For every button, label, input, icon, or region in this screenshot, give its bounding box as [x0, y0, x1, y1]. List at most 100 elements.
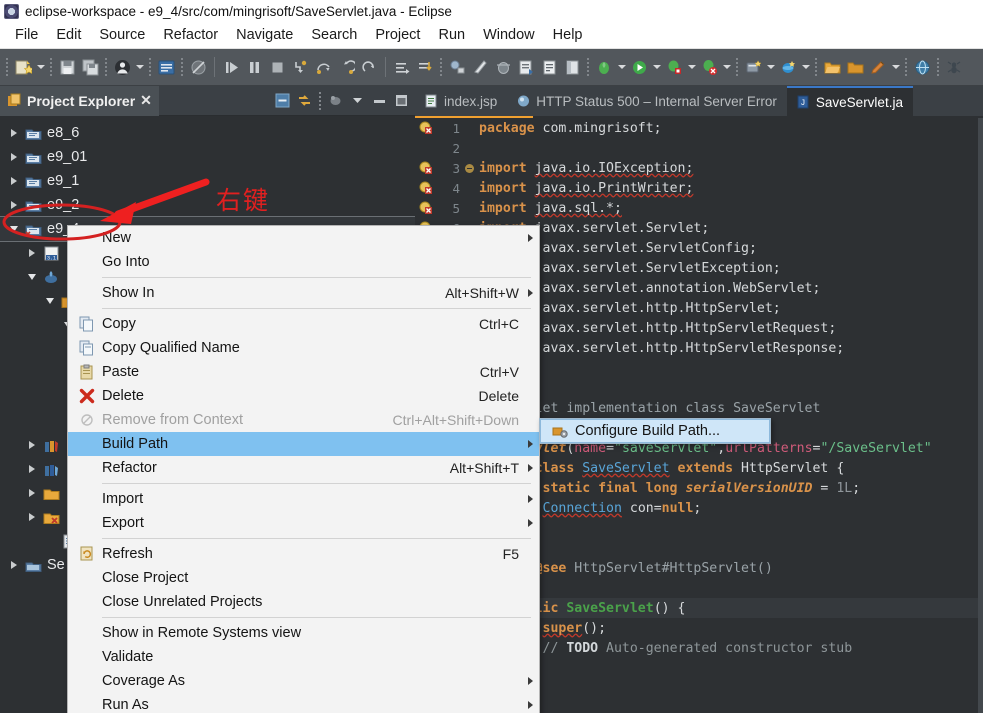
new-server-icon[interactable] [742, 55, 764, 79]
view-menu-icon[interactable] [347, 90, 368, 112]
menu-source[interactable]: Source [90, 25, 154, 45]
tree-item-e8_6[interactable]: e8_6 [0, 121, 415, 145]
editor-tab-http-status[interactable]: HTTP Status 500 – Internal Server Error [507, 86, 787, 116]
coverage-dropdown-icon[interactable] [721, 55, 732, 79]
resume-icon[interactable] [220, 55, 242, 79]
menu-item-paste[interactable]: Paste Ctrl+V [68, 360, 539, 384]
chevron-right-icon[interactable] [26, 439, 38, 451]
chevron-right-icon[interactable] [8, 127, 20, 139]
chevron-right-icon[interactable] [26, 247, 38, 259]
search-icon[interactable] [469, 55, 491, 79]
editor-scrollbar[interactable] [978, 118, 983, 713]
new-connection-dropdown-icon[interactable] [800, 55, 811, 79]
folder-alt-icon[interactable] [844, 55, 866, 79]
open-task-icon[interactable] [538, 55, 560, 79]
menu-edit[interactable]: Edit [47, 25, 90, 45]
minimize-icon[interactable] [369, 90, 390, 112]
run-icon[interactable] [628, 55, 650, 79]
user-dropdown-icon[interactable] [134, 55, 145, 79]
error-marker-icon[interactable] [415, 121, 437, 135]
edit-pencil-icon[interactable] [867, 55, 889, 79]
tree-item-e9_1[interactable]: e9_1 [0, 169, 415, 193]
menu-item-refactor[interactable]: Refactor Alt+Shift+T [68, 456, 539, 480]
terminate-icon[interactable] [266, 55, 288, 79]
menu-item-close-unrelated-projects[interactable]: Close Unrelated Projects [68, 590, 539, 614]
tree-item-e9_01[interactable]: e9_01 [0, 145, 415, 169]
debug-icon[interactable] [663, 55, 685, 79]
fold-toggle-icon[interactable] [463, 163, 475, 173]
error-marker-icon[interactable] [415, 161, 437, 175]
build-path-submenu[interactable]: Configure Build Path... [539, 418, 771, 444]
menu-item-validate[interactable]: Validate [68, 645, 539, 669]
new-server-dropdown-icon[interactable] [765, 55, 776, 79]
step-return-alt-icon[interactable] [358, 55, 380, 79]
user-icon[interactable] [111, 55, 133, 79]
open-type-icon[interactable] [446, 55, 468, 79]
menu-item-go-into[interactable]: Go Into [68, 250, 539, 274]
edit-dropdown-icon[interactable] [890, 55, 901, 79]
task-repository-icon[interactable] [155, 55, 177, 79]
next-annotation-icon[interactable] [391, 55, 413, 79]
menu-item-export[interactable]: Export [68, 511, 539, 535]
chevron-right-icon[interactable] [8, 559, 20, 571]
save-all-icon[interactable] [79, 55, 101, 79]
error-marker-icon[interactable] [415, 181, 437, 195]
menu-item-refresh[interactable]: Refresh F5 [68, 542, 539, 566]
editor-tab-index-jsp[interactable]: index.jsp [415, 86, 507, 116]
skip-breakpoints-icon[interactable] [187, 55, 209, 79]
menu-item-show-in-remote-systems-view[interactable]: Show in Remote Systems view [68, 621, 539, 645]
chevron-right-icon[interactable] [8, 175, 20, 187]
new-dropdown-icon[interactable] [35, 55, 46, 79]
menu-file[interactable]: File [6, 25, 47, 45]
run-ant-icon[interactable] [943, 55, 965, 79]
maximize-icon[interactable] [391, 90, 412, 112]
chevron-right-icon[interactable] [26, 487, 38, 499]
step-return-icon[interactable] [335, 55, 357, 79]
chevron-right-icon[interactable] [8, 199, 20, 211]
menu-item-import[interactable]: Import [68, 487, 539, 511]
debug-last-icon[interactable] [492, 55, 514, 79]
menu-project[interactable]: Project [366, 25, 429, 45]
chevron-right-icon[interactable] [26, 511, 38, 523]
project-context-menu[interactable]: New Go Into Show In Alt+Shift+W Copy Ctrl+C Co… [67, 225, 540, 713]
menu-item-show-in[interactable]: Show In Alt+Shift+W [68, 281, 539, 305]
menu-item-build-path[interactable]: Build Path [68, 432, 539, 456]
editor-tab-saveservlet[interactable]: J SaveServlet.ja [786, 86, 913, 116]
chevron-right-icon[interactable] [26, 463, 38, 475]
link-with-editor-icon[interactable] [294, 90, 315, 112]
web-browser-icon[interactable] [911, 55, 933, 79]
error-marker-icon[interactable] [415, 201, 437, 215]
menu-item-copy[interactable]: Copy Ctrl+C [68, 312, 539, 336]
save-icon[interactable] [56, 55, 78, 79]
chevron-down-icon[interactable] [44, 295, 56, 307]
new-wizard-icon[interactable] [12, 55, 34, 79]
external-tools-dropdown-icon[interactable] [616, 55, 627, 79]
menu-search[interactable]: Search [302, 25, 366, 45]
menu-item-copy-qualified-name[interactable]: Copy Qualified Name [68, 336, 539, 360]
chevron-down-icon[interactable] [8, 223, 20, 235]
previous-annotation-icon[interactable] [414, 55, 436, 79]
tab-project-explorer[interactable]: Project Explorer ✕ [0, 85, 159, 116]
new-connection-icon[interactable] [777, 55, 799, 79]
chevron-right-icon[interactable] [8, 151, 20, 163]
run-dropdown-icon[interactable] [651, 55, 662, 79]
menu-item-run-as[interactable]: Run As [68, 693, 539, 713]
menu-refactor[interactable]: Refactor [154, 25, 227, 45]
menu-item-coverage-as[interactable]: Coverage As [68, 669, 539, 693]
step-into-icon[interactable] [289, 55, 311, 79]
coverage-icon[interactable] [698, 55, 720, 79]
suspend-icon[interactable] [243, 55, 265, 79]
chevron-down-icon[interactable] [26, 271, 38, 283]
step-over-icon[interactable] [312, 55, 334, 79]
focus-on-active-task-icon[interactable] [325, 90, 346, 112]
run-external-tools-icon[interactable] [593, 55, 615, 79]
menu-window[interactable]: Window [474, 25, 544, 45]
toggle-mark-occurrences-icon[interactable] [561, 55, 583, 79]
menu-item-configure-build-path[interactable]: Configure Build Path... [540, 419, 770, 443]
menu-item-new[interactable]: New [68, 226, 539, 250]
new-java-class-icon[interactable] [515, 55, 537, 79]
open-folder-icon[interactable] [821, 55, 843, 79]
menu-item-delete[interactable]: Delete Delete [68, 384, 539, 408]
collapse-all-icon[interactable] [272, 90, 293, 112]
menu-item-close-project[interactable]: Close Project [68, 566, 539, 590]
